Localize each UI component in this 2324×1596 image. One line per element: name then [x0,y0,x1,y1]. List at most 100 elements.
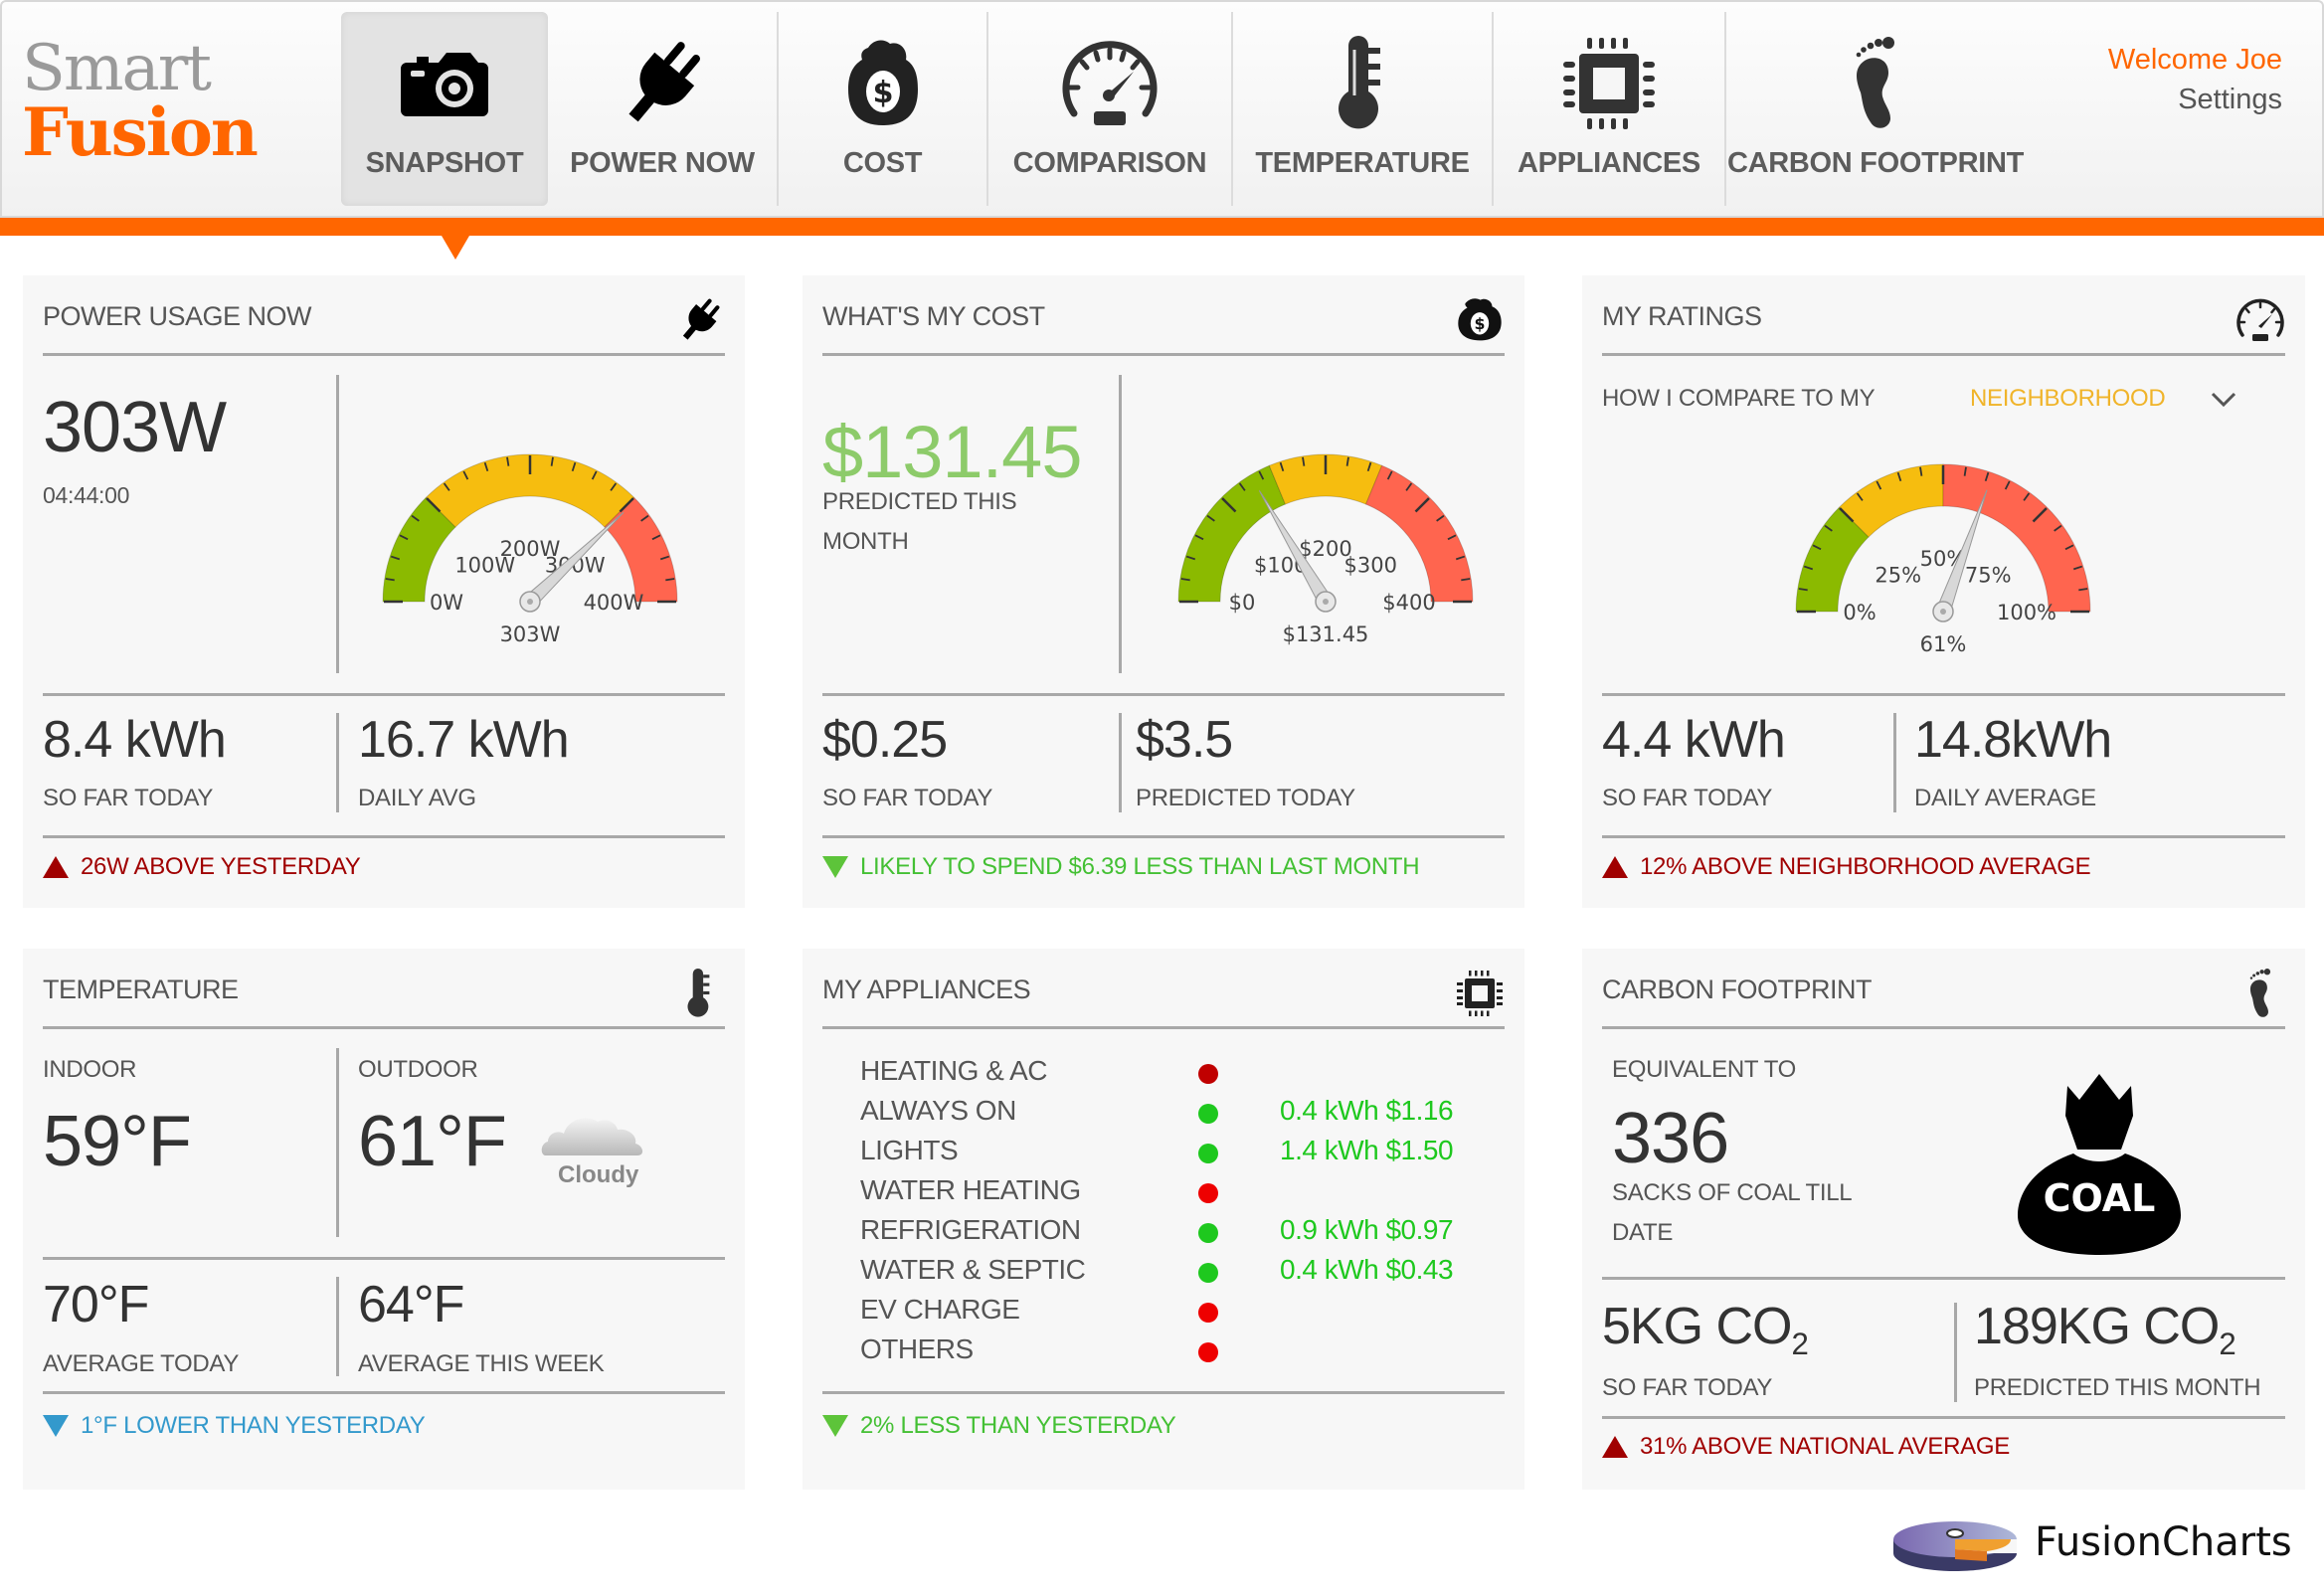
predicted-month-label-2: MONTH [822,528,909,555]
welcome-user-text: Welcome Joe [2107,44,2282,76]
status-dot [1198,1144,1218,1163]
divider [43,1257,725,1260]
appliance-row[interactable]: ALWAYS ON 0.4 kWh $1.16 [860,1095,1497,1135]
divider [1119,375,1122,673]
chevron-down-icon [2211,392,2236,408]
status-text: 26W ABOVE YESTERDAY [81,853,361,880]
divider [43,693,725,696]
appliance-row[interactable]: OTHERS [860,1333,1497,1373]
cost-gauge: $0$100$200$300$400$131.45 [1177,453,1474,646]
gauge-tick-label: 0% [1843,601,1876,624]
fusioncharts-brand-text: FusionCharts [2035,1519,2292,1565]
status-dot [1198,1342,1218,1362]
chip-icon [1559,34,1659,133]
gauge-band [1364,464,1474,603]
active-tab-bar [0,216,2324,236]
divider [1602,1416,2285,1419]
gauge-value-label: $131.45 [1283,622,1369,646]
co2-subscript: 2 [2219,1326,2235,1361]
divider [1602,1026,2285,1029]
avg-week-value: 64°F [358,1276,464,1333]
divider [43,835,725,838]
ratings-so-far-value: 4.4 kWh [1602,711,1786,769]
compare-label: HOW I COMPARE TO MY [1602,385,1876,412]
top-navigation-header: Smart Fusion SNAPSHOT POWER NOW $ COST C… [0,0,2324,216]
status-text: LIKELY TO SPEND $6.39 LESS THAN LAST MON… [860,853,1420,880]
gauge-tick-label: 400W [584,591,644,615]
co2-subscript: 2 [1791,1326,1809,1361]
nav-tab-cost[interactable]: $ COST [777,12,986,206]
appliance-row[interactable]: WATER HEATING [860,1174,1497,1214]
co2-so-far-text: 5KG CO [1602,1298,1792,1355]
appliance-usage: 1.4 kWh $1.50 [1280,1135,1454,1165]
nav-tab-appliances[interactable]: APPLIANCES [1492,12,1724,206]
divider [336,1277,339,1376]
appliance-row[interactable]: EV CHARGE [860,1294,1497,1333]
daily-avg-label: DAILY AVG [358,785,476,811]
plug-icon [613,34,712,133]
so-far-today-value: 8.4 kWh [43,711,227,769]
divider [336,375,339,673]
nav-tab-label: COST [842,147,923,179]
cost-panel: WHAT'S MY COST $ $131.45 PREDICTED THIS … [803,275,1524,908]
gauge-tick-label: $0 [1229,591,1256,615]
footprint-icon [1826,34,1925,133]
nav-tab-power-now[interactable]: POWER NOW [548,12,777,206]
nav-tab-temperature[interactable]: TEMPERATURE [1231,12,1492,206]
nav-tab-label: CARBON FOOTPRINT [1726,147,2025,179]
nav-tab-label: COMPARISON [1012,147,1207,179]
money-bag-icon: $ [1455,295,1505,345]
appliance-row[interactable]: LIGHTS 1.4 kWh $1.50 [860,1135,1497,1174]
carbon-footprint-panel: CARBON FOOTPRINT EQUIVALENT TO 336 SACKS… [1582,949,2305,1490]
nav-tab-carbon-footprint[interactable]: CARBON FOOTPRINT [1724,12,2025,206]
status-dot [1198,1303,1218,1323]
current-power-value: 303W [43,388,227,467]
co2-so-far-label: SO FAR TODAY [1602,1374,1773,1401]
appliance-row[interactable]: HEATING & AC [860,1055,1497,1095]
divider [43,1391,725,1394]
divider [1602,1277,2285,1280]
divider [1954,1303,1957,1402]
predicted-today-label: PREDICTED TODAY [1136,785,1355,811]
compare-dropdown[interactable]: NEIGHBORHOOD [1970,379,2268,419]
gauge-band [1177,464,1287,603]
divider [1602,835,2285,838]
ratings-panel: MY RATINGS HOW I COMPARE TO MY NEIGHBORH… [1582,275,2305,908]
appliance-name: ALWAYS ON [860,1095,1016,1126]
co2-predicted-text: 189KG CO [1974,1298,2220,1355]
plug-icon [675,295,725,345]
up-arrow-icon [43,856,69,878]
gauge-pivot-center [1940,609,1946,615]
gauge-value-label: 61% [1920,632,1967,656]
status-text: 2% LESS THAN YESTERDAY [860,1412,1176,1439]
nav-tab-label: SNAPSHOT [365,147,524,179]
divider [822,835,1505,838]
ratings-gauge: 0%25%50%75%100%61% [1795,463,2091,656]
fusioncharts-logo[interactable]: FusionCharts [1889,1509,2292,1579]
co2-so-far-value: 5KG CO2 [1602,1297,1809,1362]
gauge-tick-label: $400 [1382,591,1435,615]
down-arrow-icon [822,1415,848,1437]
divider [822,1391,1505,1394]
appliance-row[interactable]: WATER & SEPTIC 0.4 kWh $0.43 [860,1254,1497,1294]
up-arrow-icon [1602,856,1628,878]
divider [336,1048,339,1237]
appliance-row[interactable]: REFRIGERATION 0.9 kWh $0.97 [860,1214,1497,1254]
avg-today-label: AVERAGE TODAY [43,1350,240,1377]
so-far-today-label: SO FAR TODAY [43,785,214,811]
nav-tab-snapshot[interactable]: SNAPSHOT [341,12,548,206]
up-arrow-icon [1602,1436,1628,1458]
ratings-status: 12% ABOVE NEIGHBORHOOD AVERAGE [1602,853,2091,881]
avg-today-value: 70°F [43,1276,149,1333]
money-bag-icon: $ [833,34,933,133]
predicted-today-value: $3.5 [1136,711,1233,769]
power-gauge: 0W100W200W300W400W303W [382,453,678,646]
appliance-name: HEATING & AC [860,1055,1047,1086]
settings-link[interactable]: Settings [2178,84,2282,116]
divider [43,1026,725,1029]
smart-fusion-logo[interactable]: Smart Fusion [22,32,261,171]
down-arrow-icon [822,856,848,878]
outdoor-temperature: 61°F [358,1102,507,1181]
nav-tab-comparison[interactable]: COMPARISON [986,12,1231,206]
coal-bag-text: COAL [2044,1176,2156,1220]
